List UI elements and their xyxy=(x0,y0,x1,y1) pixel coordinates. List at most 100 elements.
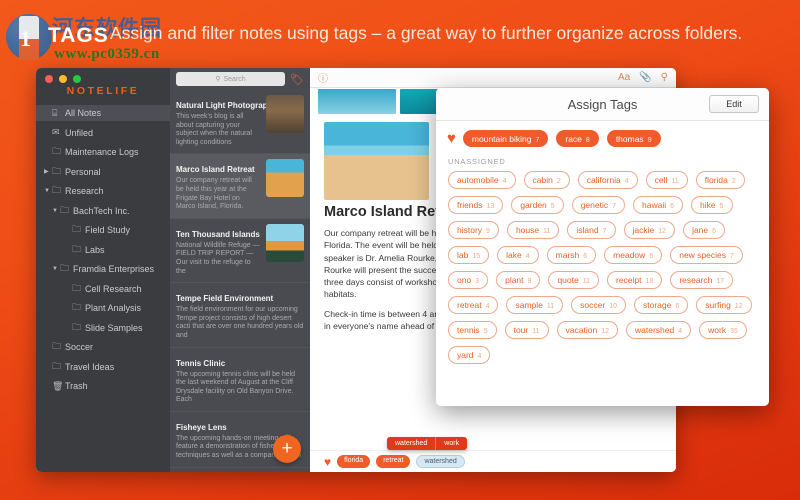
unassigned-tag-chip[interactable]: florida 2 xyxy=(695,171,745,189)
sidebar-item-labs[interactable]: 🗀 Labs xyxy=(36,242,170,258)
sidebar-item-label: Research xyxy=(65,186,104,196)
unassigned-tag-chip[interactable]: soccer 10 xyxy=(571,296,627,314)
sidebar-item-personal[interactable]: ▶ 🗀 Personal xyxy=(36,164,170,180)
sidebar-item-bachtech-inc[interactable]: ▼ 🗀 BachTech Inc. xyxy=(36,203,170,219)
unassigned-tag-chip[interactable]: hawaii 6 xyxy=(633,196,684,214)
sidebar-item-field-study[interactable]: 🗀 Field Study xyxy=(36,222,170,238)
unassigned-tag-chip[interactable]: history 9 xyxy=(448,221,499,239)
list-item[interactable]: Inspiring Quotes"It does not matter how … xyxy=(170,468,310,472)
assigned-tag-chip[interactable]: race 8 xyxy=(556,130,599,147)
chevron-icon[interactable]: ▼ xyxy=(52,266,60,272)
unassigned-tag-chip[interactable]: tennis 5 xyxy=(448,321,497,339)
unassigned-tag-chip[interactable]: california 4 xyxy=(577,171,638,189)
sidebar-item-unfiled[interactable]: ✉ Unfiled xyxy=(36,125,170,141)
folder-icon: 🗀 xyxy=(52,360,62,371)
tag-label: friends xyxy=(457,200,483,210)
note-item-title: Marco Island Retreat xyxy=(176,165,255,175)
unassigned-tag-chip[interactable]: genetic 7 xyxy=(571,196,626,214)
close-icon[interactable] xyxy=(45,75,53,83)
folder-icon: 🗀 xyxy=(72,282,82,293)
unassigned-tag-chip[interactable]: vacation 12 xyxy=(556,321,618,339)
unassigned-tag-chip[interactable]: new species 7 xyxy=(670,246,743,264)
unassigned-tag-chip[interactable]: garden 5 xyxy=(511,196,564,214)
tag-count: 4 xyxy=(502,178,507,185)
unassigned-tag-chip[interactable]: jane 6 xyxy=(683,221,726,239)
unassigned-tag-chip[interactable]: house 11 xyxy=(506,221,560,239)
unassigned-tag-chip[interactable]: marsh 6 xyxy=(546,246,597,264)
unassigned-tag-chip[interactable]: automobile 4 xyxy=(448,171,516,189)
note-tag-chip[interactable]: florida xyxy=(337,455,371,468)
sidebar-item-soccer[interactable]: 🗀 Soccer xyxy=(36,339,170,355)
unassigned-tag-chip[interactable]: research 17 xyxy=(670,271,734,289)
assigned-tag-chip[interactable]: mountain biking 7 xyxy=(462,130,549,147)
sidebar-item-all-notes[interactable]: ⌸ All Notes xyxy=(36,105,170,121)
note-tag-chip[interactable]: retreat xyxy=(376,455,411,468)
tag-count: 11 xyxy=(532,328,540,335)
favorite-heart-icon[interactable]: ♥ xyxy=(324,455,331,469)
list-item[interactable]: Ten Thousand Islands National Wildlife Re… xyxy=(170,219,310,284)
minimize-icon[interactable] xyxy=(59,75,67,83)
chevron-icon[interactable]: ▼ xyxy=(44,188,52,194)
unassigned-tag-chip[interactable]: watershed 4 xyxy=(626,321,692,339)
search-input[interactable]: ⚲ Search xyxy=(176,72,286,86)
chevron-icon[interactable]: ▶ xyxy=(44,168,52,175)
list-item[interactable]: Natural Light Photography This week's blo… xyxy=(170,90,310,155)
window-controls[interactable] xyxy=(45,75,81,83)
unassigned-tag-chip[interactable]: quote 11 xyxy=(548,271,599,289)
list-item[interactable]: Tempe Field Environment The field environ… xyxy=(170,283,310,348)
info-icon[interactable]: ⓘ xyxy=(318,70,328,85)
unassigned-tag-chip[interactable]: friends 13 xyxy=(448,196,504,214)
unassigned-tag-chip[interactable]: work 35 xyxy=(699,321,747,339)
sidebar-item-travel-ideas[interactable]: 🗀 Travel Ideas xyxy=(36,359,170,375)
font-icon[interactable]: Aa xyxy=(618,72,630,83)
tag-count: 7 xyxy=(602,228,607,235)
sidebar-item-plant-analysis[interactable]: 🗀 Plant Analysis xyxy=(36,300,170,316)
attachment-thumb[interactable] xyxy=(318,89,396,114)
unassigned-tag-chip[interactable]: island 7 xyxy=(567,221,616,239)
note-item-snippet: The upcoming tennis clinic will be held … xyxy=(176,370,296,404)
unassigned-tag-chip[interactable]: receipt 18 xyxy=(607,271,663,289)
tag-label: soccer xyxy=(580,300,606,310)
unassigned-tag-chip[interactable]: sample 11 xyxy=(506,296,564,314)
unassigned-tag-chip[interactable]: lab 15 xyxy=(448,246,490,264)
sidebar-item-research[interactable]: ▼ 🗀 Research xyxy=(36,183,170,199)
paperclip-icon[interactable]: 📎 xyxy=(639,72,651,83)
unassigned-tag-chip[interactable]: plant 9 xyxy=(496,271,541,289)
sidebar-item-trash[interactable]: 🗑 Trash xyxy=(36,378,170,394)
folder-icon: 🗀 xyxy=(52,185,62,195)
favorite-heart-icon[interactable]: ♥ xyxy=(447,130,456,147)
unassigned-tag-chip[interactable]: jackie 12 xyxy=(623,221,676,239)
sidebar-item-maintenance-logs[interactable]: 🗀 Maintenance Logs xyxy=(36,144,170,160)
unassigned-tag-chip[interactable]: lake 4 xyxy=(497,246,539,264)
assigned-tag-chip[interactable]: thomas 9 xyxy=(606,130,661,147)
tag-label: cell xyxy=(654,175,668,185)
tag-count: 7 xyxy=(730,253,734,260)
pin-icon[interactable]: ⚲ xyxy=(661,72,668,83)
unassigned-tag-chip[interactable]: cell 11 xyxy=(645,171,688,189)
unassigned-tag-chip[interactable]: meadow 6 xyxy=(604,246,663,264)
tag-filter-icon[interactable]: 🏷 xyxy=(290,73,304,86)
sidebar-item-slide-samples[interactable]: 🗀 Slide Samples xyxy=(36,320,170,336)
tag-label: sample xyxy=(515,300,543,310)
unassigned-tag-chip[interactable]: surfing 12 xyxy=(696,296,752,314)
unassigned-tag-chip[interactable]: hike 5 xyxy=(691,196,733,214)
note-tag-chip[interactable]: watershed xyxy=(416,455,465,468)
unassigned-tag-chip[interactable]: yard 4 xyxy=(448,346,491,364)
note-list-column: ⚲ Search 🏷 Natural Light Photography This… xyxy=(170,68,310,472)
add-note-button[interactable]: + xyxy=(273,435,301,463)
maximize-icon[interactable] xyxy=(73,75,81,83)
unassigned-tag-chip[interactable]: retreat 4 xyxy=(448,296,499,314)
sidebar-item-label: Plant Analysis xyxy=(85,303,142,313)
sidebar-item-cell-research[interactable]: 🗀 Cell Research xyxy=(36,281,170,297)
list-item[interactable]: Marco Island Retreat Our company retreat … xyxy=(170,154,310,219)
sidebar-item-framdia-enterprises[interactable]: ▼ 🗀 Framdia Enterprises xyxy=(36,261,170,277)
tag-label: cabin xyxy=(532,175,553,185)
note-mini-tags: florida retreat watershed xyxy=(337,455,465,468)
chevron-icon[interactable]: ▼ xyxy=(52,208,60,214)
unassigned-tag-chip[interactable]: cabin 2 xyxy=(523,171,570,189)
list-item[interactable]: Tennis Clinic The upcoming tennis clinic … xyxy=(170,348,310,412)
unassigned-tag-chip[interactable]: tour 11 xyxy=(504,321,549,339)
unassigned-tag-chip[interactable]: storage 6 xyxy=(634,296,689,314)
edit-button[interactable]: Edit xyxy=(709,95,759,113)
unassigned-tag-chip[interactable]: ono 3 xyxy=(448,271,489,289)
